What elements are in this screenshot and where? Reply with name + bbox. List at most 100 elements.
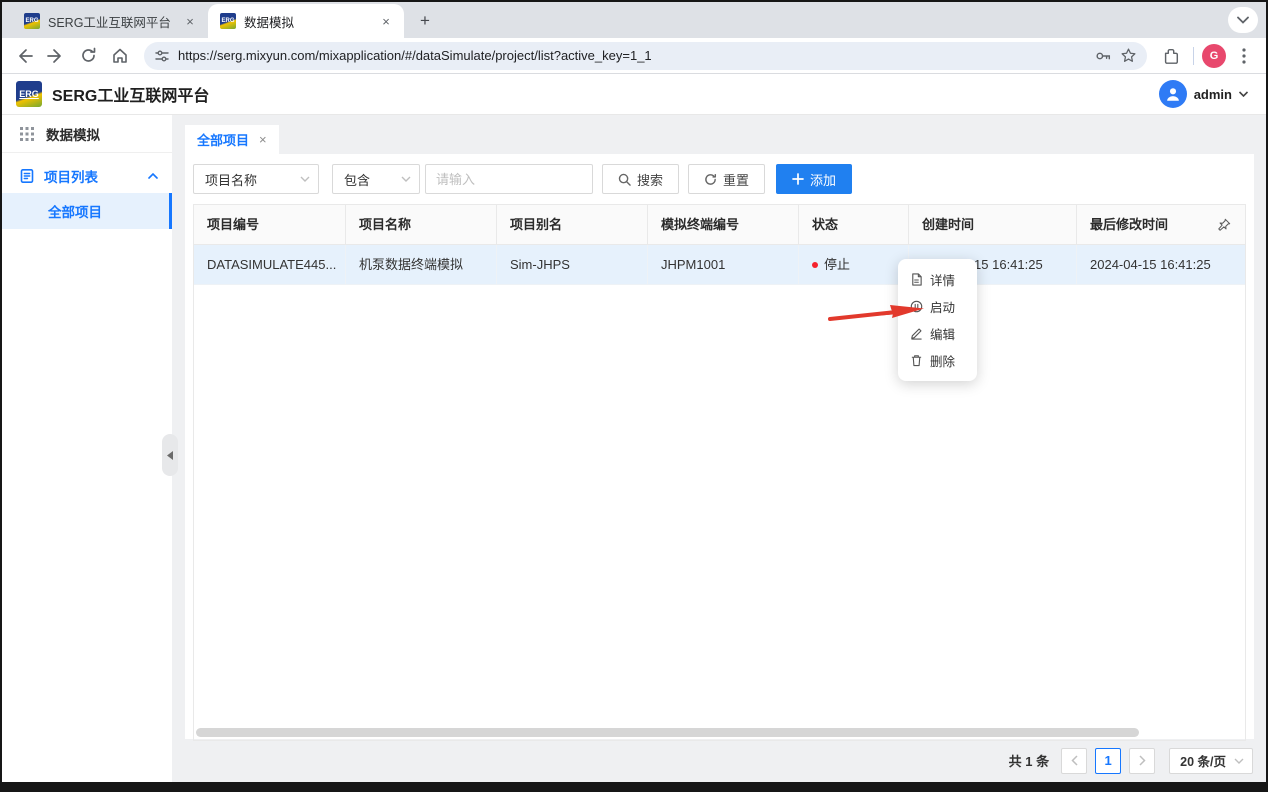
kebab-menu-icon <box>1242 48 1246 64</box>
plus-icon <box>792 173 804 185</box>
field-select[interactable]: 项目名称 <box>193 164 319 194</box>
caret-down-icon[interactable] <box>1239 91 1248 97</box>
app-logo: ERG <box>16 81 42 107</box>
cell-project-alias: Sim-JHPS <box>497 245 648 284</box>
prev-page-button[interactable] <box>1061 748 1087 774</box>
home-button[interactable] <box>106 42 134 70</box>
projects-table: 项目编号 项目名称 项目别名 模拟终端编号 状态 创建时间 最后修改时间 <box>193 204 1246 741</box>
filter-bar: 项目名称 包含 搜索 重置 <box>193 164 1246 194</box>
next-page-button[interactable] <box>1129 748 1155 774</box>
reload-icon <box>80 47 97 64</box>
search-button[interactable]: 搜索 <box>602 164 679 194</box>
page-tab-all-projects[interactable]: 全部项目 × <box>185 125 279 154</box>
column-header-label: 最后修改时间 <box>1090 205 1168 244</box>
menu-item-detail[interactable]: 详情 <box>898 266 977 293</box>
reload-button[interactable] <box>74 42 102 70</box>
cell-project-name: 机泵数据终端模拟 <box>346 245 497 284</box>
main-area: 全部项目 × 项目名称 包含 <box>172 115 1266 782</box>
sidebar-app-label: 数据模拟 <box>46 124 100 144</box>
sidebar-app-title[interactable]: 数据模拟 <box>2 115 172 153</box>
browser-tab-serg[interactable]: ERG SERG工业互联网平台 × <box>12 4 208 38</box>
collapse-left-icon <box>167 451 173 460</box>
column-header: 项目名称 <box>346 205 497 244</box>
toolbar-divider <box>1193 47 1194 65</box>
cell-modified-at: 2024-04-15 16:41:25 <box>1077 245 1245 284</box>
page-tab-strip: 全部项目 × <box>185 115 1254 154</box>
sidebar-group-project-list[interactable]: 项目列表 <box>2 159 172 193</box>
add-button-label: 添加 <box>810 170 836 189</box>
username[interactable]: admin <box>1194 87 1232 102</box>
add-button[interactable]: 添加 <box>776 164 852 194</box>
tab-close-icon[interactable]: × <box>182 13 198 29</box>
horizontal-scrollbar[interactable] <box>196 728 1244 738</box>
extensions-icon[interactable] <box>1157 42 1185 70</box>
password-key-icon[interactable] <box>1094 47 1112 65</box>
column-header: 项目别名 <box>497 205 648 244</box>
sidebar-collapse-handle[interactable] <box>162 434 178 476</box>
pin-icon[interactable] <box>1217 218 1231 232</box>
browser-tab-bar: ERG SERG工业互联网平台 × ERG 数据模拟 × + <box>2 2 1266 38</box>
page-number-button[interactable]: 1 <box>1095 748 1121 774</box>
chevron-down-icon <box>300 176 310 182</box>
table-header-row: 项目编号 项目名称 项目别名 模拟终端编号 状态 创建时间 最后修改时间 <box>194 205 1245 245</box>
annotation-arrow <box>828 297 926 325</box>
chevron-up-icon <box>148 173 158 179</box>
column-header: 模拟终端编号 <box>648 205 799 244</box>
sidebar-group-label: 项目列表 <box>44 166 98 186</box>
search-icon <box>618 173 631 186</box>
edit-pencil-icon <box>910 327 923 340</box>
page-size-select[interactable]: 20 条/页 <box>1169 748 1253 774</box>
cell-status: 停止 <box>799 245 909 284</box>
reset-icon <box>704 173 717 186</box>
menu-item-label: 删除 <box>930 351 955 370</box>
cell-project-no: DATASIMULATE445... <box>194 245 346 284</box>
content-area: 数据模拟 项目列表 全部项目 全部项目 × 项目名称 <box>2 115 1266 782</box>
chevron-down-icon <box>1237 16 1249 24</box>
url-bar[interactable]: https://serg.mixyun.com/mixapplication/#… <box>144 42 1147 70</box>
menu-item-label: 详情 <box>930 270 955 289</box>
app-title: SERG工业互联网平台 <box>52 82 209 106</box>
new-tab-button[interactable]: + <box>412 8 438 34</box>
page-tab-close-icon[interactable]: × <box>259 132 267 147</box>
serg-favicon: ERG <box>24 13 40 29</box>
reset-button[interactable]: 重置 <box>688 164 765 194</box>
pagination-total: 共 1 条 <box>1009 751 1049 770</box>
back-button[interactable] <box>10 42 38 70</box>
column-header: 状态 <box>799 205 909 244</box>
page-size-value: 20 条/页 <box>1180 751 1226 770</box>
tab-close-icon[interactable]: × <box>378 13 394 29</box>
chevron-right-icon <box>1139 755 1146 766</box>
operator-select[interactable]: 包含 <box>332 164 420 194</box>
browser-menu-button[interactable] <box>1230 42 1258 70</box>
browser-tab-title: 数据模拟 <box>244 12 370 31</box>
home-icon <box>111 47 129 65</box>
apps-grid-icon <box>20 127 34 141</box>
column-header: 创建时间 <box>909 205 1077 244</box>
site-settings-icon[interactable] <box>154 48 170 64</box>
forward-icon <box>47 47 65 65</box>
sidebar-item-all-projects[interactable]: 全部项目 <box>2 193 172 229</box>
status-text: 停止 <box>824 245 850 284</box>
back-icon <box>15 47 33 65</box>
chevron-down-icon <box>401 176 411 182</box>
forward-button[interactable] <box>42 42 70 70</box>
url-text: https://serg.mixyun.com/mixapplication/#… <box>178 48 1086 63</box>
chevron-left-icon <box>1071 755 1078 766</box>
browser-window: ERG SERG工业互联网平台 × ERG 数据模拟 × + <box>2 2 1266 782</box>
menu-item-delete[interactable]: 删除 <box>898 347 977 374</box>
filter-value-input[interactable] <box>425 164 593 194</box>
reset-button-label: 重置 <box>723 170 749 189</box>
detail-file-icon <box>910 273 923 286</box>
table-empty-area <box>194 285 1245 728</box>
page-tab-label: 全部项目 <box>197 130 249 149</box>
status-stopped-dot <box>812 262 818 268</box>
scrollbar-thumb[interactable] <box>196 728 1139 737</box>
tab-search-button[interactable] <box>1228 7 1258 33</box>
user-avatar[interactable] <box>1159 80 1187 108</box>
table-row[interactable]: DATASIMULATE445... 机泵数据终端模拟 Sim-JHPS JHP… <box>194 245 1245 285</box>
browser-profile-avatar[interactable]: G <box>1202 44 1226 68</box>
sidebar: 数据模拟 项目列表 全部项目 <box>2 115 172 782</box>
browser-tab-data-simulate[interactable]: ERG 数据模拟 × <box>208 4 404 38</box>
bookmark-star-icon[interactable] <box>1120 47 1137 64</box>
content-panel: 项目名称 包含 搜索 重置 <box>185 154 1254 739</box>
